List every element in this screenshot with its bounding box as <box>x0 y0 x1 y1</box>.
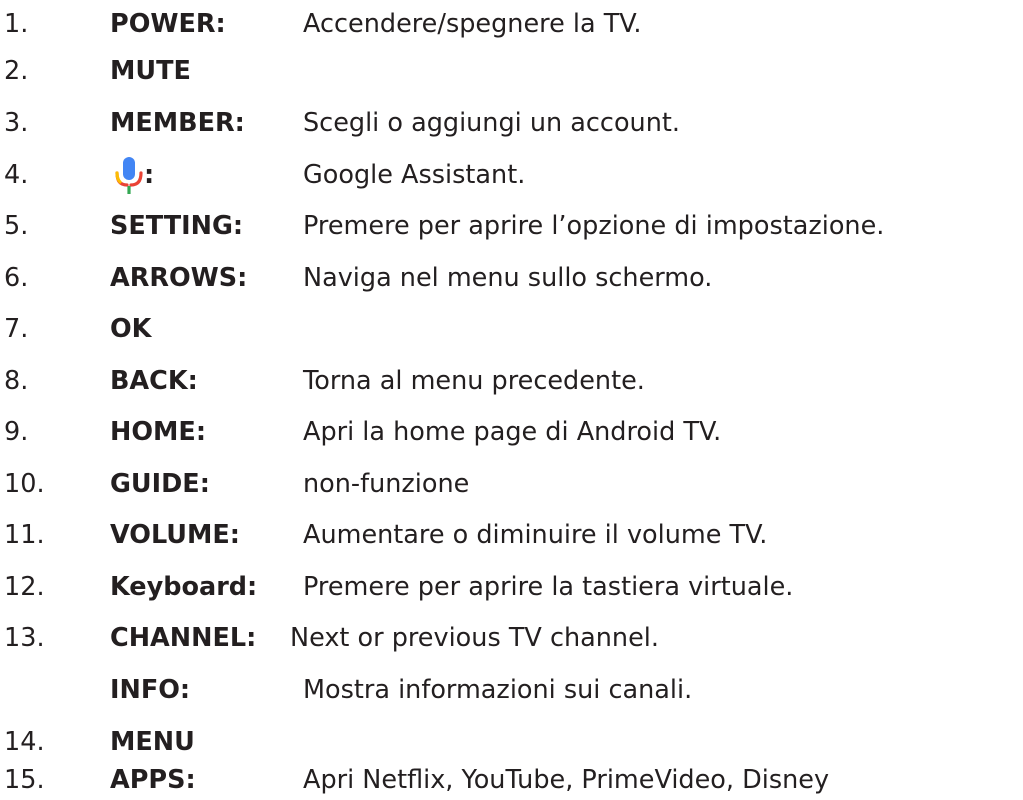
item-number: 3. <box>4 108 29 138</box>
item-number: 9. <box>4 417 29 447</box>
item-label: INFO: <box>110 675 191 705</box>
item-number: 11. <box>4 520 45 550</box>
list-item-power: 1. POWER: Accendere/spegnere la TV. <box>0 4 1023 44</box>
item-number: 12. <box>4 572 45 602</box>
list-item-keyboard: 12. Keyboard: Premere per aprire la tast… <box>0 567 1023 607</box>
list-item-setting: 5. SETTING: Premere per aprire l’opzione… <box>0 206 1023 246</box>
item-label: SETTING: <box>110 211 244 241</box>
google-assistant-mic-icon <box>114 157 144 195</box>
item-description: Premere per aprire la tastiera virtuale. <box>303 572 794 602</box>
list-item-apps: 15. APPS: Apri Netflix, YouTube, PrimeVi… <box>0 760 1023 800</box>
item-number: 8. <box>4 366 29 396</box>
item-label: : <box>144 160 155 190</box>
item-label: VOLUME: <box>110 520 241 550</box>
list-item-menu: 14. MENU <box>0 722 1023 762</box>
item-number: 13. <box>4 623 45 653</box>
item-description: non-funzione <box>303 469 470 499</box>
list-item-home: 9. HOME: Apri la home page di Android TV… <box>0 412 1023 452</box>
list-item-google-assistant: 4. : Google Assistant. <box>0 155 1023 195</box>
item-number: 14. <box>4 727 45 757</box>
item-description: Next or previous TV channel. <box>290 623 659 653</box>
item-description: Accendere/spegnere la TV. <box>303 9 642 39</box>
item-label: CHANNEL: <box>110 623 257 653</box>
item-description: Apri la home page di Android TV. <box>303 417 722 447</box>
item-number: 15. <box>4 765 45 795</box>
list-item-arrows: 6. ARROWS: Naviga nel menu sullo schermo… <box>0 258 1023 298</box>
item-description: Google Assistant. <box>303 160 526 190</box>
item-number: 7. <box>4 314 29 344</box>
item-description: Naviga nel menu sullo schermo. <box>303 263 713 293</box>
list-item-volume: 11. VOLUME: Aumentare o diminuire il vol… <box>0 515 1023 555</box>
item-description: Premere per aprire l’opzione di impostaz… <box>303 211 885 241</box>
item-description: Scegli o aggiungi un account. <box>303 108 680 138</box>
list-item-guide: 10. GUIDE: non-funzione <box>0 464 1023 504</box>
list-item-info: INFO: Mostra informazioni sui canali. <box>0 670 1023 710</box>
item-label: HOME: <box>110 417 207 447</box>
item-description: Aumentare o diminuire il volume TV. <box>303 520 768 550</box>
item-label: APPS: <box>110 765 196 795</box>
item-label: MUTE <box>110 56 191 86</box>
item-label: POWER: <box>110 9 226 39</box>
item-number: 4. <box>4 160 29 190</box>
item-label: OK <box>110 314 152 344</box>
item-number: 1. <box>4 9 29 39</box>
remote-button-list: 1. POWER: Accendere/spegnere la TV. 2. M… <box>0 0 1023 795</box>
item-number: 2. <box>4 56 29 86</box>
list-item-channel: 13. CHANNEL: Next or previous TV channel… <box>0 618 1023 658</box>
item-label: ARROWS: <box>110 263 248 293</box>
item-label: Keyboard: <box>110 572 258 602</box>
item-label: GUIDE: <box>110 469 210 499</box>
item-description: Mostra informazioni sui canali. <box>303 675 693 705</box>
item-number: 5. <box>4 211 29 241</box>
list-item-ok: 7. OK <box>0 309 1023 349</box>
list-item-mute: 2. MUTE <box>0 51 1023 91</box>
item-label: MEMBER: <box>110 108 245 138</box>
item-number: 6. <box>4 263 29 293</box>
list-item-back: 8. BACK: Torna al menu precedente. <box>0 361 1023 401</box>
item-description: Apri Netflix, YouTube, PrimeVideo, Disne… <box>303 765 830 795</box>
item-label: MENU <box>110 727 195 757</box>
item-label: BACK: <box>110 366 198 396</box>
item-description: Torna al menu precedente. <box>303 366 645 396</box>
item-number: 10. <box>4 469 45 499</box>
list-item-member: 3. MEMBER: Scegli o aggiungi un account. <box>0 103 1023 143</box>
